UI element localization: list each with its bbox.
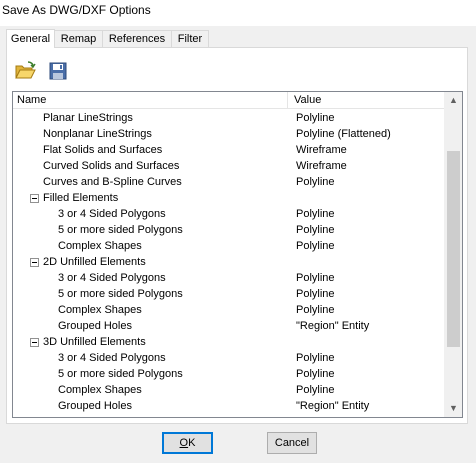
row-name: Curves and B-Spline Curves bbox=[43, 176, 182, 188]
row-value[interactable]: Polyline bbox=[296, 270, 335, 286]
table-row[interactable]: Complex Shapes Polyline bbox=[13, 382, 446, 398]
ok-accesskey: O bbox=[179, 437, 189, 449]
scroll-down-icon[interactable]: ▼ bbox=[445, 400, 462, 417]
table-row[interactable]: Planar LineStrings Polyline bbox=[13, 110, 446, 126]
table-row[interactable]: Nonplanar LineStrings Polyline (Flattene… bbox=[13, 126, 446, 142]
collapse-icon[interactable] bbox=[30, 194, 39, 203]
row-value[interactable]: "Region" Entity bbox=[296, 318, 369, 334]
tab-general[interactable]: General bbox=[6, 29, 55, 48]
row-value[interactable]: Polyline (Flattened) bbox=[296, 126, 391, 142]
row-name: Complex Shapes bbox=[58, 384, 142, 396]
row-value[interactable]: Polyline bbox=[296, 174, 335, 190]
table-row[interactable]: Curved Solids and Surfaces Wireframe bbox=[13, 158, 446, 174]
group-name: Filled Elements bbox=[43, 192, 119, 204]
row-name: Grouped Holes bbox=[58, 320, 132, 332]
row-value[interactable]: Wireframe bbox=[296, 158, 347, 174]
row-name: 5 or more sided Polygons bbox=[58, 288, 183, 300]
row-value[interactable]: Polyline bbox=[296, 286, 335, 302]
row-value[interactable]: Polyline bbox=[296, 302, 335, 318]
row-name: Complex Shapes bbox=[58, 240, 142, 252]
title-bar: Save As DWG/DXF Options bbox=[0, 0, 476, 26]
window-title: Save As DWG/DXF Options bbox=[2, 3, 151, 17]
scroll-thumb[interactable] bbox=[447, 151, 460, 347]
table-row[interactable]: 3 or 4 Sided Polygons Polyline bbox=[13, 206, 446, 222]
table-row[interactable]: Flat Solids and Surfaces Wireframe bbox=[13, 142, 446, 158]
row-name: 3 or 4 Sided Polygons bbox=[58, 352, 166, 364]
row-value[interactable]: Polyline bbox=[296, 222, 335, 238]
table-row[interactable]: 5 or more sided Polygons Polyline bbox=[13, 222, 446, 238]
row-value[interactable]: Polyline bbox=[296, 366, 335, 382]
row-name: Flat Solids and Surfaces bbox=[43, 144, 163, 156]
tab-remap[interactable]: Remap bbox=[54, 30, 103, 47]
collapse-icon[interactable] bbox=[30, 258, 39, 267]
group-row-3d-unfilled-elements[interactable]: 3D Unfilled Elements bbox=[13, 334, 446, 350]
vertical-scrollbar[interactable]: ▲ ▼ bbox=[444, 92, 462, 417]
save-icon[interactable] bbox=[47, 61, 69, 81]
row-name: 5 or more sided Polygons bbox=[58, 368, 183, 380]
table-row[interactable]: Grouped Holes "Region" Entity bbox=[13, 318, 446, 334]
row-value[interactable]: Polyline bbox=[296, 382, 335, 398]
row-name: Grouped Holes bbox=[58, 400, 132, 412]
table-row[interactable]: 3 or 4 Sided Polygons Polyline bbox=[13, 350, 446, 366]
group-row-partial[interactable] bbox=[13, 414, 446, 417]
row-value[interactable]: Polyline bbox=[296, 350, 335, 366]
table-row[interactable]: 5 or more sided Polygons Polyline bbox=[13, 366, 446, 382]
group-row-2d-unfilled-elements[interactable]: 2D Unfilled Elements bbox=[13, 254, 446, 270]
row-value[interactable]: Polyline bbox=[296, 110, 335, 126]
row-name: Nonplanar LineStrings bbox=[43, 128, 152, 140]
row-value[interactable]: Polyline bbox=[296, 238, 335, 254]
collapse-icon[interactable] bbox=[30, 338, 39, 347]
ok-label-rest: K bbox=[188, 437, 196, 449]
table-row[interactable]: Complex Shapes Polyline bbox=[13, 302, 446, 318]
table-row[interactable]: Grouped Holes "Region" Entity bbox=[13, 398, 446, 414]
grid-header: Name Value bbox=[13, 92, 446, 109]
row-name: Planar LineStrings bbox=[43, 112, 133, 124]
tab-references[interactable]: References bbox=[102, 30, 172, 47]
row-name: 5 or more sided Polygons bbox=[58, 224, 183, 236]
table-row[interactable]: 5 or more sided Polygons Polyline bbox=[13, 286, 446, 302]
group-name: 3D Unfilled Elements bbox=[43, 336, 146, 348]
open-folder-icon[interactable] bbox=[14, 61, 36, 81]
table-row[interactable]: Complex Shapes Polyline bbox=[13, 238, 446, 254]
group-name: 2D Unfilled Elements bbox=[43, 256, 146, 268]
row-name: 3 or 4 Sided Polygons bbox=[58, 272, 166, 284]
row-name: Complex Shapes bbox=[58, 304, 142, 316]
grid-rows: Planar LineStrings Polyline Nonplanar Li… bbox=[13, 110, 446, 417]
row-name: 3 or 4 Sided Polygons bbox=[58, 208, 166, 220]
column-header-name[interactable]: Name bbox=[17, 92, 288, 108]
general-tab-panel: Name Value Planar LineStrings Polyline N… bbox=[6, 47, 468, 424]
properties-grid: Name Value Planar LineStrings Polyline N… bbox=[12, 91, 463, 418]
ok-button[interactable]: OK bbox=[162, 432, 213, 454]
row-value[interactable]: "Region" Entity bbox=[296, 398, 369, 414]
group-row-filled-elements[interactable]: Filled Elements bbox=[13, 190, 446, 206]
scroll-up-icon[interactable]: ▲ bbox=[445, 92, 462, 109]
row-value[interactable]: Polyline bbox=[296, 206, 335, 222]
row-name: Curved Solids and Surfaces bbox=[43, 160, 180, 172]
table-row[interactable]: 3 or 4 Sided Polygons Polyline bbox=[13, 270, 446, 286]
table-row[interactable]: Curves and B-Spline Curves Polyline bbox=[13, 174, 446, 190]
tab-filter[interactable]: Filter bbox=[171, 30, 209, 47]
row-value[interactable]: Wireframe bbox=[296, 142, 347, 158]
column-header-value[interactable]: Value bbox=[294, 92, 321, 108]
cancel-button[interactable]: Cancel bbox=[267, 432, 317, 454]
